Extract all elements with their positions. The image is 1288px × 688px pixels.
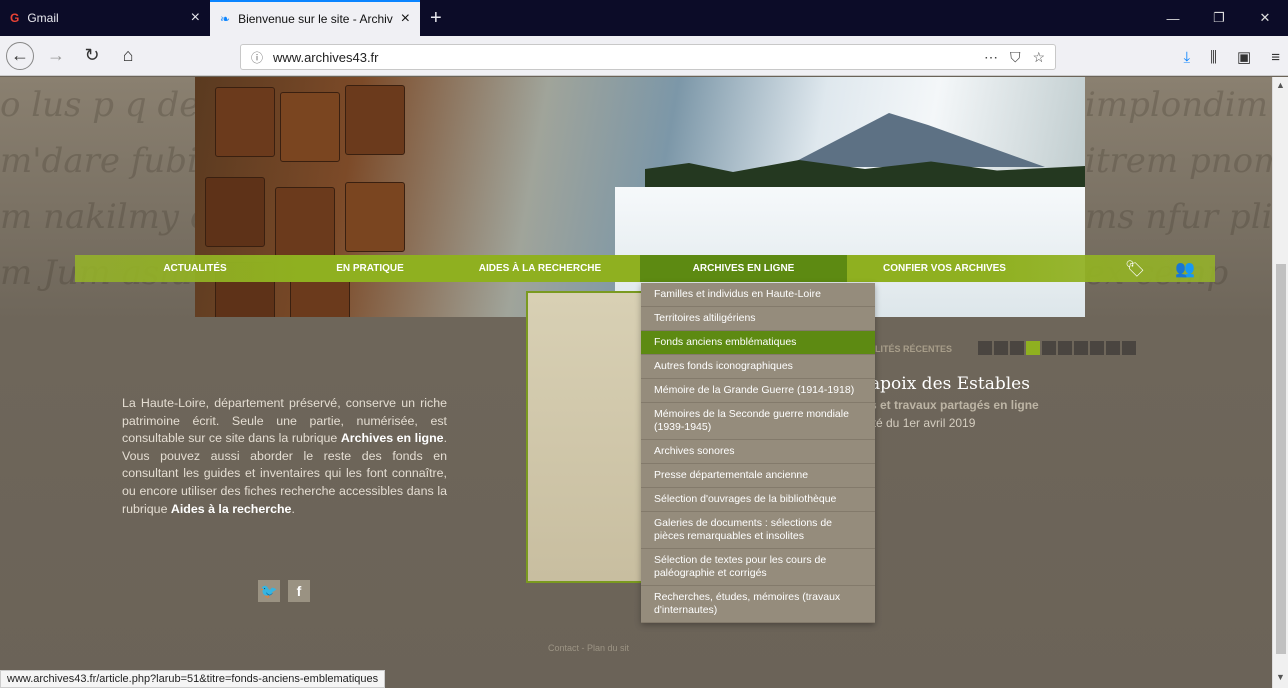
scroll-up-icon[interactable]: ▲ bbox=[1276, 80, 1285, 90]
pager-dot[interactable] bbox=[1090, 341, 1104, 355]
dropdown-item-iconographiques[interactable]: Autres fonds iconographiques bbox=[641, 355, 875, 379]
bookmark-star-icon[interactable]: ☆ bbox=[1032, 49, 1045, 66]
archives-dropdown: Familles et individus en Haute-Loire Ter… bbox=[641, 283, 875, 623]
news-section-title: LITÉS RÉCENTES bbox=[875, 344, 953, 354]
dropdown-item-grande-guerre[interactable]: Mémoire de la Grande Guerre (1914-1918) bbox=[641, 379, 875, 403]
manuscript-background-right: implondim eitrem pnomms nfur pliex cemp bbox=[1085, 85, 1272, 293]
twitter-icon[interactable]: 🐦 bbox=[258, 580, 280, 602]
dropdown-item-sonores[interactable]: Archives sonores bbox=[641, 440, 875, 464]
menu-en-pratique[interactable]: EN PRATIQUE bbox=[300, 255, 440, 282]
news-date: ité du 1er avril 2019 bbox=[870, 416, 976, 430]
pager-dot[interactable] bbox=[1058, 341, 1072, 355]
aides-recherche-link[interactable]: Aides à la recherche bbox=[171, 502, 292, 516]
close-icon[interactable]: × bbox=[401, 11, 410, 27]
dropdown-item-familles[interactable]: Familles et individus en Haute-Loire bbox=[641, 283, 875, 307]
tab-archives[interactable]: ❧ Bienvenue sur le site - Archives × bbox=[210, 0, 420, 36]
back-button[interactable]: ← bbox=[6, 41, 34, 70]
google-icon: G bbox=[10, 11, 20, 25]
reload-button[interactable]: ↻ bbox=[78, 42, 106, 70]
restore-icon[interactable]: ❐ bbox=[1196, 10, 1242, 26]
facebook-icon[interactable]: f bbox=[288, 580, 310, 602]
vertical-scrollbar[interactable]: ▲ ▼ bbox=[1272, 77, 1288, 688]
close-icon[interactable]: × bbox=[191, 10, 200, 26]
home-button[interactable]: ⌂ bbox=[114, 42, 142, 70]
tab-label: Bienvenue sur le site - Archives bbox=[238, 12, 393, 26]
pocket-icon[interactable]: ⛉ bbox=[1010, 49, 1021, 66]
site-favicon-icon: ❧ bbox=[220, 12, 231, 26]
social-links: 🐦 f bbox=[258, 580, 310, 602]
intro-text: La Haute-Loire, département préservé, co… bbox=[122, 395, 447, 518]
pager-dot[interactable] bbox=[1010, 341, 1024, 355]
pager-dot[interactable] bbox=[1074, 341, 1088, 355]
dropdown-item-bibliotheque[interactable]: Sélection d'ouvrages de la bibliothèque bbox=[641, 488, 875, 512]
library-icon[interactable]: ⫼ bbox=[1210, 49, 1217, 66]
menu-aides-recherche[interactable]: AIDES À LA RECHERCHE bbox=[440, 255, 640, 282]
tag-icon[interactable]: 🏷 bbox=[1125, 259, 1145, 279]
archives-en-ligne-link[interactable]: Archives en ligne bbox=[341, 431, 444, 445]
dropdown-item-paleographie[interactable]: Sélection de textes pour les cours de pa… bbox=[641, 549, 875, 586]
pager-dot[interactable] bbox=[978, 341, 992, 355]
dropdown-item-seconde-guerre[interactable]: Mémoires de la Seconde guerre mondiale (… bbox=[641, 403, 875, 440]
info-icon[interactable]: ⓘ bbox=[251, 49, 263, 66]
page-actions-icon[interactable]: ⋯ bbox=[984, 49, 998, 66]
url-bar[interactable]: ⓘ www.archives43.fr ⋯ ⛉ ☆ bbox=[240, 44, 1056, 70]
pager-dot[interactable] bbox=[1106, 341, 1120, 355]
pager-dot[interactable] bbox=[994, 341, 1008, 355]
menu-icon[interactable]: ≡ bbox=[1271, 49, 1280, 66]
news-headline[interactable]: apoix des Estables bbox=[870, 374, 1030, 394]
status-bar-url: www.archives43.fr/article.php?larub=51&t… bbox=[0, 670, 386, 688]
menu-confier-archives[interactable]: CONFIER VOS ARCHIVES bbox=[847, 255, 1042, 282]
scrollbar-thumb[interactable] bbox=[1276, 264, 1286, 654]
menu-archives-en-ligne[interactable]: ARCHIVES EN LIGNE bbox=[640, 255, 847, 282]
footer-links[interactable]: Contact - Plan du sit bbox=[548, 643, 629, 653]
news-pager bbox=[978, 341, 1136, 355]
pager-dot-active[interactable] bbox=[1026, 341, 1040, 355]
document-image bbox=[526, 291, 646, 583]
pager-dot[interactable] bbox=[1122, 341, 1136, 355]
main-menu: ACTUALITÉS EN PRATIQUE AIDES À LA RECHER… bbox=[75, 255, 1215, 282]
sidebar-icon[interactable]: ▣ bbox=[1237, 48, 1251, 66]
dropdown-item-territoires[interactable]: Territoires altiligériens bbox=[641, 307, 875, 331]
manuscript-background-left: o lus p q defm'dare fubiem nakilmy cem J… bbox=[0, 85, 195, 293]
new-tab-button[interactable]: + bbox=[420, 0, 452, 36]
intro-part-3: . bbox=[291, 501, 295, 516]
url-text[interactable]: www.archives43.fr bbox=[273, 50, 378, 65]
window-controls: — ❐ ✕ bbox=[1150, 0, 1288, 36]
news-subtitle: s et travaux partagés en ligne bbox=[870, 398, 1039, 412]
forward-button[interactable]: → bbox=[42, 42, 70, 70]
tab-label: Gmail bbox=[27, 11, 59, 25]
pager-dot[interactable] bbox=[1042, 341, 1056, 355]
page-content: o lus p q defm'dare fubiem nakilmy cem J… bbox=[0, 77, 1272, 688]
tab-gmail[interactable]: G Gmail × bbox=[0, 0, 210, 36]
menu-actualites[interactable]: ACTUALITÉS bbox=[90, 255, 300, 282]
dropdown-item-presse[interactable]: Presse départementale ancienne bbox=[641, 464, 875, 488]
dropdown-item-recherches[interactable]: Recherches, études, mémoires (travaux d'… bbox=[641, 586, 875, 623]
user-group-icon[interactable]: 👥 bbox=[1175, 259, 1195, 279]
download-icon[interactable]: ⤓ bbox=[1184, 49, 1191, 66]
tab-bar: G Gmail × ❧ Bienvenue sur le site - Arch… bbox=[0, 0, 1288, 36]
minimize-icon[interactable]: — bbox=[1150, 11, 1196, 26]
right-toolbar: ⤓ ⫼ ▣ ≡ bbox=[1184, 44, 1281, 70]
close-window-icon[interactable]: ✕ bbox=[1242, 10, 1288, 26]
dropdown-item-fonds-anciens[interactable]: Fonds anciens emblématiques bbox=[641, 331, 875, 355]
scroll-down-icon[interactable]: ▼ bbox=[1276, 672, 1285, 682]
dropdown-item-galeries[interactable]: Galeries de documents : sélections de pi… bbox=[641, 512, 875, 549]
